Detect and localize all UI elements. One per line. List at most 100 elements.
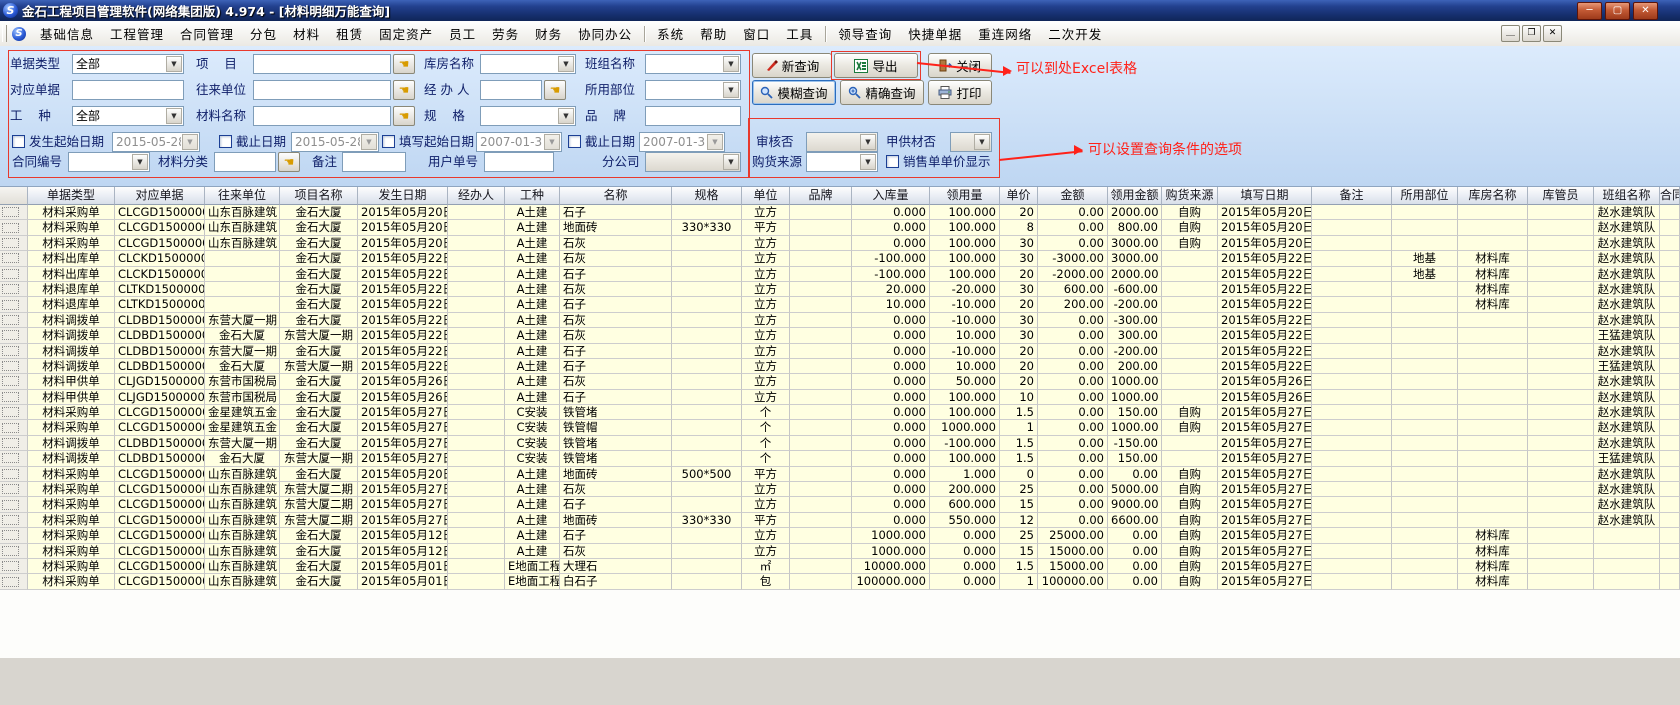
column-header[interactable]: 库管员 [1528,187,1594,205]
menu-item-17[interactable]: 快捷单据 [900,21,970,46]
menu-item-8[interactable]: 员工 [441,21,484,46]
column-header[interactable]: 入库量 [852,187,930,205]
chevron-down-icon[interactable]: ▼ [723,82,739,98]
mdi-restore-button[interactable]: ❐ [1522,25,1541,42]
sales-price-display-checkbox[interactable] [886,155,899,168]
menu-item-18[interactable]: 重连网络 [970,21,1040,46]
occur-start-checkbox[interactable] [12,135,25,148]
table-row[interactable]: 材料采购单CLCGD150000001山东百脉建筑金石大厦2015年05月20日… [0,236,1680,251]
column-header[interactable]: 金额 [1038,187,1108,205]
purchase-source-select[interactable]: ▼ [806,152,878,172]
table-row[interactable]: 材料退库单CLTKD150000001金石大厦2015年05月22日A土建石子立… [0,297,1680,312]
row-selector[interactable] [0,405,28,420]
chevron-down-icon[interactable]: ▼ [707,134,723,150]
chevron-down-icon[interactable]: ▼ [860,154,876,170]
table-row[interactable]: 材料采购单CLCGD150000002金星建筑五金金石大厦2015年05月27日… [0,405,1680,420]
counterparty-input[interactable] [253,80,391,100]
minimize-button[interactable]: ─ [1577,2,1602,20]
row-selector-header[interactable] [0,187,28,205]
row-selector[interactable] [0,359,28,374]
table-row[interactable]: 材料采购单CLCGD150000003山东百脉建筑东营大厦二期2015年05月2… [0,513,1680,528]
row-selector[interactable] [0,513,28,528]
work-type-select[interactable]: 全部 ▼ [72,106,184,126]
table-row[interactable]: 材料采购单CLCGD150000005山东百脉建筑金石大厦2015年05月01日… [0,574,1680,589]
row-selector[interactable] [0,205,28,220]
menu-item-4[interactable]: 分包 [242,21,285,46]
chevron-down-icon[interactable]: ▼ [361,134,377,150]
material-class-input[interactable] [214,152,276,172]
menu-item-5[interactable]: 材料 [285,21,328,46]
spec-select[interactable]: ▼ [480,106,576,126]
row-selector[interactable] [0,467,28,482]
menu-item-2[interactable]: 工程管理 [102,21,172,46]
table-row[interactable]: 材料采购单CLCGD150000005山东百脉建筑金石大厦2015年05月01日… [0,559,1680,574]
table-row[interactable]: 材料采购单CLCGD150000004山东百脉建筑金石大厦2015年05月12日… [0,528,1680,543]
menu-item-13[interactable]: 帮助 [692,21,735,46]
contract-no-select[interactable]: ▼ [68,152,150,172]
chevron-down-icon[interactable]: ▼ [723,154,739,170]
table-row[interactable]: 材料甲供单CLJGD150000001东营市国税局金石大厦2015年05月26日… [0,390,1680,405]
toolbar-grip[interactable] [2,25,7,42]
new-query-button[interactable]: 新查询 [752,53,832,78]
table-row[interactable]: 材料调拨单CLDBD150000001金石大厦东营大厦一期2015年05月22日… [0,328,1680,343]
menu-item-6[interactable]: 租赁 [328,21,371,46]
handler-picker-hand-icon[interactable]: ☚ [544,80,566,100]
menu-item-12[interactable]: 系统 [649,21,692,46]
close-button[interactable]: ✕ [1633,2,1658,20]
row-selector[interactable] [0,497,28,512]
column-header[interactable]: 备注 [1312,187,1392,205]
fuzzy-query-button[interactable]: 模糊查询 [752,80,836,105]
chevron-down-icon[interactable]: ▼ [166,56,182,72]
chevron-down-icon[interactable]: ▼ [166,108,182,124]
warehouse-select[interactable]: ▼ [480,54,576,74]
row-selector[interactable] [0,313,28,328]
table-row[interactable]: 材料出库单CLCKD150000001金石大厦2015年05月22日A土建石灰立… [0,251,1680,266]
row-selector[interactable] [0,528,28,543]
project-picker-hand-icon[interactable]: ☚ [393,54,415,74]
menu-item-16[interactable]: 领导查询 [830,21,900,46]
handler-input[interactable] [480,80,542,100]
table-row[interactable]: 材料出库单CLCKD150000001金石大厦2015年05月22日A土建石子立… [0,267,1680,282]
project-input[interactable] [253,54,391,74]
menu-item-7[interactable]: 固定资产 [371,21,441,46]
row-selector[interactable] [0,220,28,235]
mdi-close-button[interactable]: ✕ [1543,25,1562,42]
column-header[interactable]: 品牌 [790,187,852,205]
export-button[interactable]: 导出 [834,53,918,78]
table-row[interactable]: 材料采购单CLCGD150000001山东百脉建筑金石大厦2015年05月20日… [0,220,1680,235]
row-selector[interactable] [0,451,28,466]
remark-input[interactable] [342,152,406,172]
row-selector[interactable] [0,328,28,343]
menu-item-11[interactable]: 协同办公 [570,21,640,46]
row-selector[interactable] [0,344,28,359]
team-select[interactable]: ▼ [645,54,741,74]
menu-item-1[interactable]: 基础信息 [32,21,102,46]
chevron-down-icon[interactable]: ▼ [182,134,198,150]
menu-item-14[interactable]: 窗口 [735,21,778,46]
occur-end-checkbox[interactable] [219,135,232,148]
occur-start-date-select[interactable]: 2015-05-28 ▼ [112,132,200,152]
column-header[interactable]: 项目名称 [280,187,358,205]
menu-item-9[interactable]: 劳务 [484,21,527,46]
table-row[interactable]: 材料采购单CLCGD150000001山东百脉建筑金石大厦2015年05月20日… [0,467,1680,482]
fill-start-checkbox[interactable] [382,135,395,148]
column-header[interactable]: 名称 [560,187,672,205]
row-selector[interactable] [0,544,28,559]
chevron-down-icon[interactable]: ▼ [132,154,148,170]
column-header[interactable]: 单价 [1000,187,1038,205]
chevron-down-icon[interactable]: ▼ [974,134,990,150]
user-doc-no-input[interactable] [484,152,554,172]
maximize-button[interactable]: ▢ [1605,2,1630,20]
row-selector[interactable] [0,559,28,574]
fill-end-date-select[interactable]: 2007-01-31 ▼ [639,132,725,152]
row-selector[interactable] [0,482,28,497]
fill-start-date-select[interactable]: 2007-01-31 ▼ [476,132,562,152]
column-header[interactable]: 所用部位 [1392,187,1458,205]
column-header[interactable]: 领用金额 [1108,187,1162,205]
department-select[interactable]: ▼ [645,80,741,100]
chevron-down-icon[interactable]: ▼ [860,134,876,150]
table-row[interactable]: 材料采购单CLCGD150000003山东百脉建筑东营大厦二期2015年05月2… [0,482,1680,497]
occur-end-date-select[interactable]: 2015-05-28 ▼ [291,132,379,152]
column-header[interactable]: 经办人 [448,187,505,205]
row-selector[interactable] [0,282,28,297]
